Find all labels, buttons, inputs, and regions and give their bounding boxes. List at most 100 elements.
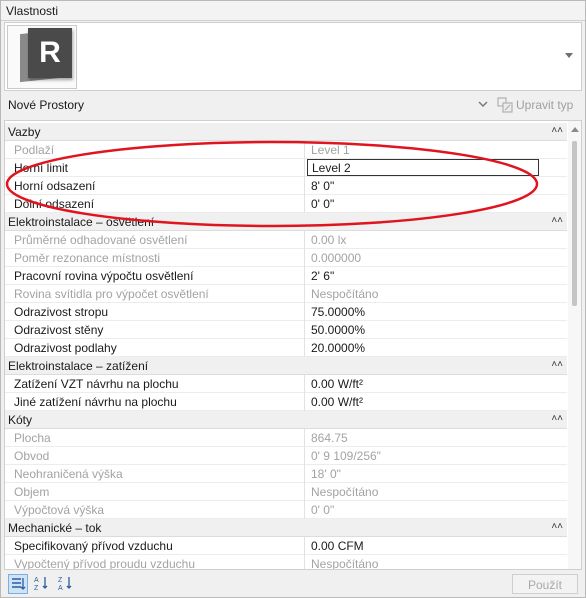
sort-za-icon: Z A (58, 577, 72, 592)
collapse-icon[interactable]: ˄˄ (551, 413, 563, 424)
property-value: Level 1 (311, 143, 350, 157)
type-selector[interactable]: Nové Prostory (4, 94, 492, 116)
property-name: Podlaží (5, 141, 305, 159)
edit-type-button[interactable]: Upravit typ (494, 94, 582, 116)
property-value[interactable]: 20.0000% (307, 339, 565, 357)
property-row[interactable]: Jiné zatížení návrhu na plochu 0.00 W/ft² (5, 393, 567, 411)
scroll-thumb[interactable] (572, 141, 577, 306)
type-bar: Nové Prostory Upravit typ (4, 93, 582, 117)
property-row[interactable]: Pracovní rovina výpočtu osvětlení 2' 6" (5, 267, 567, 285)
property-value: 18' 0" (311, 467, 341, 481)
property-row: Podlaží Level 1 (5, 141, 567, 159)
sort-az-icon: A Z (34, 577, 48, 592)
property-value: Nespočítáno (311, 557, 379, 570)
dropdown-arrow-icon[interactable] (565, 53, 573, 58)
scroll-up-icon[interactable] (571, 127, 579, 132)
property-row[interactable]: Dolní odsazení 0' 0" (5, 195, 567, 213)
property-row: Rovina svítidla pro výpočet osvětlení Nes… (5, 285, 567, 303)
property-value: 0' 0" (311, 503, 335, 517)
property-name: Odrazivost podlahy (5, 339, 305, 357)
property-name: Odrazivost stěny (5, 321, 305, 339)
group-title: Elektroinstalace – osvětlení (8, 215, 155, 229)
window-title: Vlastnosti (6, 4, 59, 18)
property-name: Horní odsazení (5, 177, 305, 195)
sort-by-group-button[interactable] (8, 574, 28, 594)
property-value: 0.00 lx (311, 233, 347, 247)
property-name: Specifikovaný přívod vzduchu (5, 537, 305, 555)
property-value: 864.75 (311, 431, 348, 445)
property-value[interactable]: 2' 6" (307, 267, 565, 285)
sort-descending-button[interactable]: Z A (56, 574, 76, 594)
type-thumbnail: R (7, 25, 77, 89)
property-name: Dolní odsazení (5, 195, 305, 213)
property-name: Neohraničená výška (5, 465, 305, 483)
property-value[interactable]: 0' 0" (307, 195, 565, 213)
group-title: Kóty (8, 413, 33, 427)
property-row: Vypočtený přívod proudu vzduchu Nespočítá… (5, 555, 567, 570)
property-group[interactable]: Elektroinstalace – osvětlení ˄˄ (5, 213, 567, 231)
svg-text:A: A (34, 577, 39, 584)
property-name: Pracovní rovina výpočtu osvětlení (5, 267, 305, 285)
property-rows: Vazby ˄˄ Podlaží Level 1 Horní limit Level 2H… (5, 123, 567, 570)
property-value[interactable]: 8' 0" (307, 177, 565, 195)
property-value: Nespočítáno (311, 287, 379, 301)
edit-type-label: Upravit typ (516, 98, 574, 112)
property-name: Výpočtová výška (5, 501, 305, 519)
property-row[interactable]: Horní odsazení 8' 0" (5, 177, 567, 195)
property-row[interactable]: Horní limit Level 2 (5, 159, 567, 177)
property-name: Obvod (5, 447, 305, 465)
svg-text:Z: Z (34, 585, 39, 592)
property-value: Nespočítáno (311, 485, 379, 499)
property-row: Výpočtová výška 0' 0" (5, 501, 567, 519)
property-row[interactable]: Odrazivost stropu 75.0000% (5, 303, 567, 321)
property-row: Neohraničená výška 18' 0" (5, 465, 567, 483)
property-name: Odrazivost stropu (5, 303, 305, 321)
sort-ascending-button[interactable]: A Z (32, 574, 52, 594)
property-name: Poměr rezonance místnosti (5, 249, 305, 267)
property-name: Jiné zatížení návrhu na plochu (5, 393, 305, 411)
property-row: Průměrné odhadované osvětlení 0.00 lx (5, 231, 567, 249)
group-sort-icon (12, 578, 26, 590)
chevron-down-icon[interactable] (478, 99, 488, 109)
collapse-icon[interactable]: ˄˄ (551, 125, 563, 136)
svg-text:A: A (58, 585, 63, 592)
property-value: 0.000000 (311, 251, 362, 265)
property-name: Horní limit (5, 159, 305, 177)
property-row: Obvod 0' 9 109/256" (5, 447, 567, 465)
type-selector-value: Nové Prostory (8, 98, 85, 112)
property-group[interactable]: Kóty ˄˄ (5, 411, 567, 429)
vertical-scrollbar[interactable] (568, 121, 581, 569)
property-value: 0' 9 109/256" (311, 449, 381, 463)
property-group[interactable]: Vazby ˄˄ (5, 123, 567, 141)
property-value[interactable]: 0.00 W/ft² (307, 393, 565, 411)
property-value[interactable]: 75.0000% (307, 303, 565, 321)
property-name: Objem (5, 483, 305, 501)
property-value-input[interactable]: Level 2 (307, 159, 539, 176)
property-value[interactable]: 50.0000% (307, 321, 565, 339)
property-group[interactable]: Mechanické – tok ˄˄ (5, 519, 567, 537)
collapse-icon[interactable]: ˄˄ (551, 215, 563, 226)
group-title: Elektroinstalace – zatížení (8, 359, 149, 373)
property-row[interactable]: Odrazivost podlahy 20.0000% (5, 339, 567, 357)
apply-button[interactable]: Použít (512, 574, 578, 594)
property-name: Rovina svítidla pro výpočet osvětlení (5, 285, 305, 303)
property-row[interactable]: Specifikovaný přívod vzduchu 0.00 CFM (5, 537, 567, 555)
property-value[interactable]: 0.00 W/ft² (307, 375, 565, 393)
property-group[interactable]: Elektroinstalace – zatížení ˄˄ (5, 357, 567, 375)
property-name: Zatížení VZT návrhu na plochu (5, 375, 305, 393)
collapse-icon[interactable]: ˄˄ (551, 521, 563, 532)
properties-palette: Vlastnosti R Nové Prostory Upravit typ V… (0, 0, 586, 598)
edit-type-icon (497, 97, 513, 113)
property-value[interactable]: 0.00 CFM (307, 537, 565, 555)
property-row[interactable]: Odrazivost stěny 50.0000% (5, 321, 567, 339)
bottom-bar: A Z Z A Použít (4, 572, 582, 596)
property-row: Plocha 864.75 (5, 429, 567, 447)
property-name: Vypočtený přívod proudu vzduchu (5, 555, 305, 569)
svg-text:Z: Z (58, 577, 63, 584)
property-name: Průměrné odhadované osvětlení (5, 231, 305, 249)
group-title: Vazby (8, 125, 41, 139)
property-row: Poměr rezonance místnosti 0.000000 (5, 249, 567, 267)
property-row[interactable]: Zatížení VZT návrhu na plochu 0.00 W/ft² (5, 375, 567, 393)
type-preview[interactable]: R (4, 22, 582, 91)
collapse-icon[interactable]: ˄˄ (551, 359, 563, 370)
